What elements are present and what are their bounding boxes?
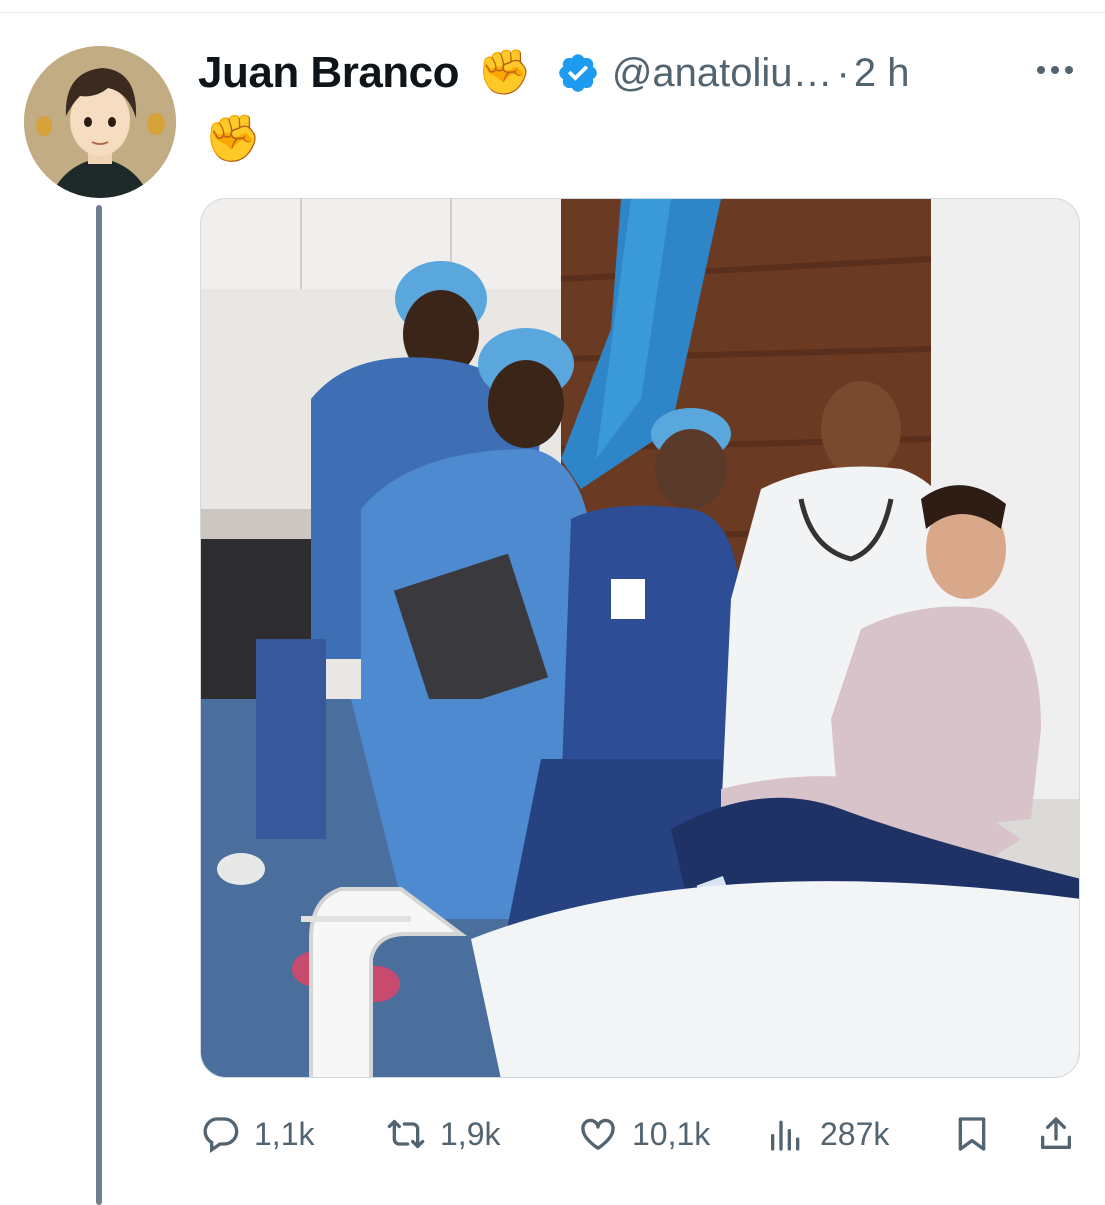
photo-illustration xyxy=(201,199,1079,1077)
reply-count: 1,1k xyxy=(254,1115,315,1152)
views-button[interactable]: 287k xyxy=(766,1106,889,1162)
reply-button[interactable]: 1,1k xyxy=(200,1106,314,1162)
top-divider xyxy=(0,12,1105,13)
thread-line xyxy=(96,205,102,1205)
like-count: 10,1k xyxy=(632,1115,711,1152)
retweet-count: 1,9k xyxy=(440,1115,501,1152)
name-emoji: ✊ xyxy=(477,48,532,97)
verified-badge-icon[interactable] xyxy=(556,51,600,95)
reply-icon xyxy=(203,1117,239,1154)
retweet-button[interactable]: 1,9k xyxy=(386,1106,500,1162)
bookmark-icon xyxy=(958,1117,986,1151)
time-separator: · xyxy=(836,50,850,95)
share-icon xyxy=(1041,1117,1071,1149)
tweet-header: Juan Branco ✊ @anatoliu… · 2 h xyxy=(198,38,1088,108)
like-button[interactable]: 10,1k xyxy=(578,1106,710,1162)
share-button[interactable] xyxy=(1036,1106,1076,1162)
more-icon[interactable] xyxy=(1030,50,1080,90)
avatar-image xyxy=(24,46,176,198)
tweet-photo[interactable] xyxy=(200,198,1080,1078)
heart-icon xyxy=(581,1118,615,1150)
tweet-text: ✊ xyxy=(204,112,262,164)
author-handle[interactable]: @anatoliu… xyxy=(612,51,833,96)
action-bar: 1,1k 1,9k 10,1k 287k xyxy=(200,1106,1080,1162)
views-icon xyxy=(771,1120,800,1151)
retweet-icon xyxy=(387,1119,425,1149)
bookmark-button[interactable] xyxy=(952,1106,992,1162)
avatar[interactable] xyxy=(24,46,176,198)
tweet-time[interactable]: 2 h xyxy=(854,51,910,96)
views-count: 287k xyxy=(820,1115,890,1152)
author-name[interactable]: Juan Branco xyxy=(198,48,460,98)
